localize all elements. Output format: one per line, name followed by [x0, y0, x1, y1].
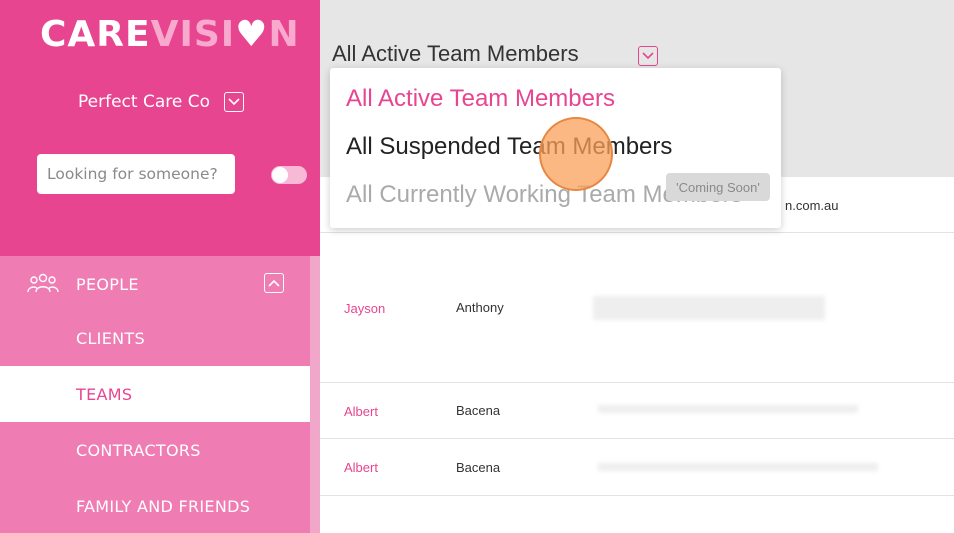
- nav-item-family-and-friends[interactable]: FAMILY AND FRIENDS: [0, 478, 310, 533]
- search-input[interactable]: [37, 154, 235, 194]
- nav-section-people[interactable]: PEOPLE: [0, 256, 310, 312]
- logo-text-visi: VISI: [150, 14, 236, 55]
- logo-text-care: CARE: [40, 14, 151, 55]
- table-row[interactable]: Albert Bacena: [320, 383, 954, 439]
- nav-item-clients[interactable]: CLIENTS: [0, 310, 310, 366]
- last-name-cell: Bacena: [456, 460, 501, 475]
- nav-section-label: PEOPLE: [76, 274, 139, 294]
- first-name-cell[interactable]: Jayson: [344, 301, 385, 316]
- organization-name: Perfect Care Co: [78, 92, 210, 112]
- toggle-knob: [272, 167, 288, 183]
- sidebar: CAREVISI♥N Perfect Care Co PEOPLE: [0, 0, 320, 533]
- click-indicator: [539, 117, 613, 191]
- nav-item-label: CONTRACTORS: [76, 440, 201, 460]
- nav-item-label: TEAMS: [76, 384, 133, 404]
- nav-item-label: FAMILY AND FRIENDS: [76, 496, 251, 516]
- nav-item-contractors[interactable]: CONTRACTORS: [0, 422, 310, 478]
- dropdown-option-suspended[interactable]: All Suspended Team Members: [346, 133, 672, 161]
- chevron-down-icon[interactable]: [638, 46, 658, 66]
- chevron-down-icon[interactable]: [224, 92, 244, 112]
- table-row[interactable]: Jayson Anthony: [320, 233, 954, 383]
- sidebar-scrollbar[interactable]: [310, 256, 320, 533]
- toggle-switch[interactable]: [271, 166, 307, 184]
- chevron-up-icon[interactable]: [264, 273, 284, 293]
- page-title[interactable]: All Active Team Members: [332, 41, 579, 67]
- dropdown-option-active[interactable]: All Active Team Members: [346, 85, 615, 113]
- logo-text-n: N: [268, 14, 300, 55]
- nav-item-teams[interactable]: TEAMS: [0, 366, 310, 422]
- heart-icon: ♥: [235, 14, 269, 55]
- nav-item-label: CLIENTS: [76, 328, 145, 348]
- coming-soon-tooltip: 'Coming Soon': [666, 173, 770, 201]
- first-name-cell[interactable]: Albert: [344, 460, 378, 475]
- redacted-email: [593, 296, 825, 320]
- last-name-cell: Anthony: [456, 300, 504, 315]
- redacted-email: [598, 405, 858, 413]
- people-icon: [27, 273, 59, 297]
- redacted-email: [598, 463, 878, 471]
- carevision-logo[interactable]: CAREVISI♥N: [40, 14, 300, 55]
- first-name-cell[interactable]: Albert: [344, 404, 378, 419]
- organization-selector[interactable]: Perfect Care Co: [78, 92, 244, 112]
- last-name-cell: Bacena: [456, 403, 501, 418]
- email-cell: n.com.au: [785, 198, 839, 213]
- scrollbar-thumb[interactable]: [310, 256, 320, 533]
- sidebar-nav: PEOPLE CLIENTS TEAMS CONTRACTORS FAMILY …: [0, 256, 320, 533]
- table-row[interactable]: Albert Bacena: [320, 439, 954, 496]
